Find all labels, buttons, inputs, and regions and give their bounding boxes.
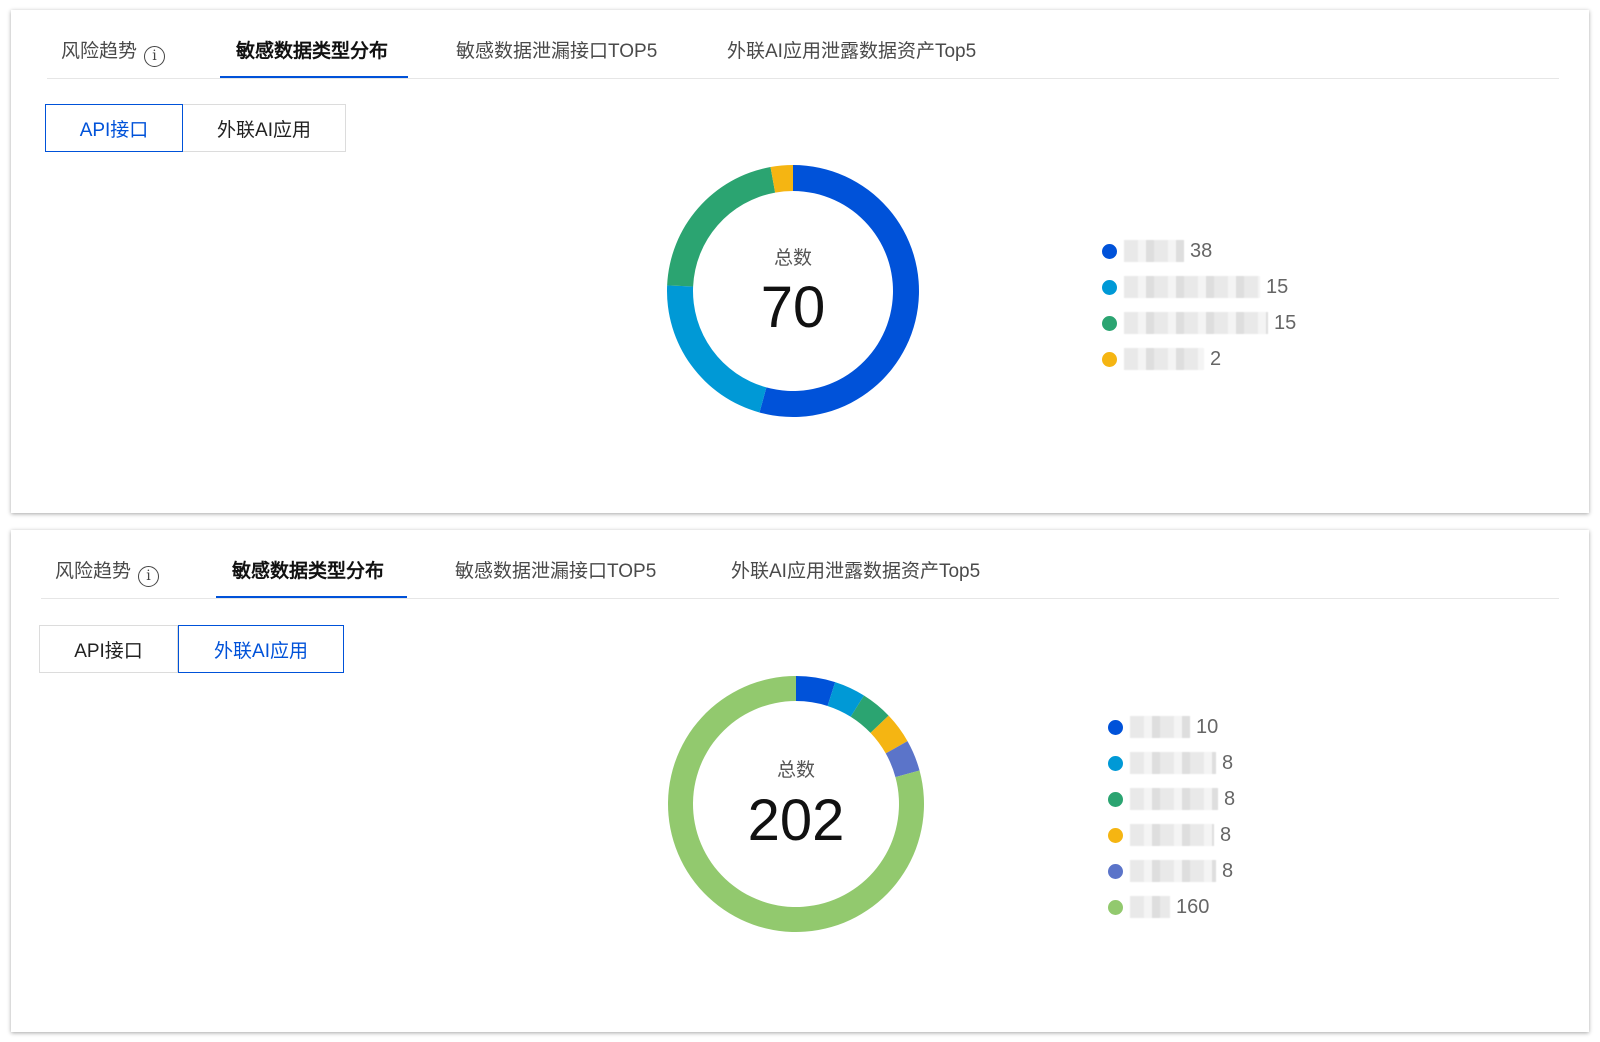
legend-dot-icon	[1108, 756, 1123, 771]
segment-label: API接口	[79, 119, 149, 141]
segment-label: API接口	[74, 640, 143, 662]
tab-sensitive-type-distribution[interactable]: 敏感数据类型分布	[236, 40, 388, 64]
legend-name-redacted	[1124, 276, 1260, 298]
legend-value: 8	[1222, 752, 1234, 774]
legend-value: 8	[1224, 788, 1236, 810]
legend-name-redacted	[1130, 860, 1216, 882]
tab-risk-trend[interactable]: 风险趋势 i	[55, 560, 160, 587]
legend-dot-icon	[1108, 792, 1123, 807]
tab-ai-app-leak-top5[interactable]: 外联AI应用泄露数据资产Top5	[731, 560, 980, 584]
legend-value: 38	[1190, 240, 1213, 262]
legend-name-redacted	[1130, 896, 1170, 918]
segment-label: 外联AI应用	[214, 640, 308, 662]
legend-value: 8	[1222, 860, 1234, 882]
tab-sensitive-type-distribution[interactable]: 敏感数据类型分布	[232, 560, 384, 584]
legend-value: 8	[1220, 824, 1232, 846]
tab-label: 敏感数据类型分布	[236, 41, 389, 62]
legend-name-redacted	[1124, 240, 1184, 262]
tab-bar: 风险趋势 i 敏感数据类型分布 敏感数据泄漏接口TOP5 外联AI应用泄露数据资产…	[11, 530, 1589, 599]
legend-value: 2	[1210, 348, 1222, 370]
tab-bar: 风险趋势 i 敏感数据类型分布 敏感数据泄漏接口TOP5 外联AI应用泄露数据资产…	[11, 10, 1589, 79]
legend-name-redacted	[1124, 312, 1268, 334]
tab-label: 敏感数据类型分布	[232, 561, 385, 582]
tab-label: 敏感数据泄漏接口TOP5	[456, 41, 658, 62]
legend-value: 10	[1196, 716, 1219, 738]
legend-name-redacted	[1130, 788, 1218, 810]
legend-dot-icon	[1108, 720, 1123, 735]
tab-label: 外联AI应用泄露数据资产Top5	[727, 41, 977, 62]
tab-leak-api-top5[interactable]: 敏感数据泄漏接口TOP5	[456, 40, 657, 64]
info-circle-icon[interactable]: i	[138, 566, 160, 587]
donut-center-label: 总数	[773, 248, 812, 269]
segment-api[interactable]: API接口	[39, 625, 178, 673]
source-toggle: API接口 外联AI应用	[39, 625, 344, 673]
segment-ai-app[interactable]: 外联AI应用	[178, 625, 344, 673]
segment-label: 外联AI应用	[217, 119, 311, 141]
legend-name-redacted	[1124, 348, 1204, 370]
legend-dot-icon	[1102, 244, 1117, 259]
donut-total: 202	[747, 788, 845, 853]
tab-divider	[41, 598, 1559, 599]
legend-dot-icon	[1102, 316, 1117, 331]
segment-ai-app[interactable]: 外联AI应用	[183, 104, 346, 152]
legend-value: 15	[1266, 276, 1289, 298]
tab-divider	[47, 78, 1559, 79]
legend-value: 160	[1176, 896, 1210, 918]
segment-api[interactable]: API接口	[45, 104, 183, 152]
legend-value: 15	[1274, 312, 1297, 334]
legend-dot-icon	[1108, 900, 1123, 915]
legend-dot-icon	[1102, 280, 1117, 295]
legend-dot-icon	[1108, 864, 1123, 879]
legend-dot-icon	[1102, 352, 1117, 367]
legend-name-redacted	[1130, 824, 1214, 846]
tab-label: 风险趋势	[61, 41, 138, 62]
tab-ai-app-leak-top5[interactable]: 外联AI应用泄露数据资产Top5	[727, 40, 976, 64]
tab-label: 风险趋势	[55, 561, 132, 582]
legend-name-redacted	[1130, 752, 1216, 774]
tab-risk-trend[interactable]: 风险趋势 i	[61, 40, 166, 67]
donut-center-label: 总数	[776, 760, 815, 781]
info-circle-icon[interactable]: i	[144, 46, 166, 67]
chart-card-api: 风险趋势 i 敏感数据类型分布 敏感数据泄漏接口TOP5 外联AI应用泄露数据资产…	[11, 10, 1589, 513]
tab-leak-api-top5[interactable]: 敏感数据泄漏接口TOP5	[455, 560, 656, 584]
legend-name-redacted	[1130, 716, 1190, 738]
legend-dot-icon	[1108, 828, 1123, 843]
tab-label: 敏感数据泄漏接口TOP5	[455, 561, 657, 582]
donut-total: 70	[760, 275, 826, 340]
source-toggle: API接口 外联AI应用	[45, 104, 346, 152]
tab-label: 外联AI应用泄露数据资产Top5	[731, 561, 981, 582]
chart-card-ai-app: 风险趋势 i 敏感数据类型分布 敏感数据泄漏接口TOP5 外联AI应用泄露数据资产…	[11, 530, 1589, 1032]
